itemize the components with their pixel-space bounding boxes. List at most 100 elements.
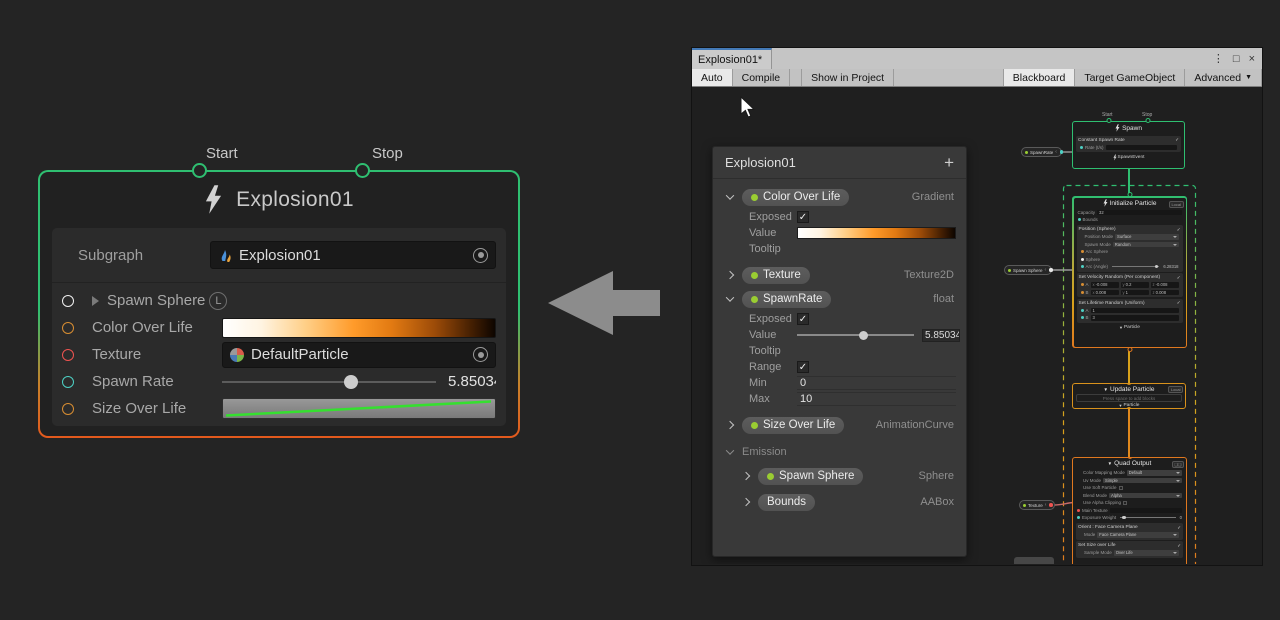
close-icon[interactable]: ×: [1249, 53, 1255, 65]
chevron-right-icon[interactable]: [726, 421, 734, 429]
space-badge[interactable]: Local: [1169, 201, 1184, 208]
value-slider[interactable]: [797, 334, 914, 336]
soft-particle-checkbox[interactable]: [1119, 486, 1123, 490]
stop-flow-port[interactable]: [355, 163, 370, 178]
chevron-down-icon[interactable]: [726, 446, 734, 454]
uv-mode-dropdown[interactable]: Simple: [1103, 478, 1182, 484]
alpha-clipping-checkbox[interactable]: [1123, 501, 1127, 505]
quad-output-node[interactable]: ▼ Quad Output ❑❑ Color Mapping ModeDefau…: [1072, 457, 1187, 564]
target-gameobject-button[interactable]: Target GameObject: [1075, 69, 1185, 86]
tab-explosion01[interactable]: Explosion01*: [692, 48, 772, 69]
start-flow-port[interactable]: [192, 163, 207, 178]
exposed-checkbox[interactable]: ✓: [797, 211, 809, 223]
block-enabled-check[interactable]: ✓: [1177, 525, 1181, 531]
sphere-out-port[interactable]: [1049, 268, 1053, 272]
auto-button[interactable]: Auto: [692, 69, 733, 86]
compile-button[interactable]: Compile: [733, 69, 791, 86]
collapse-icon[interactable]: ‹: [1055, 149, 1057, 155]
lifetime-a-field[interactable]: 1: [1091, 308, 1179, 314]
collapse-icon[interactable]: ‹: [1045, 267, 1047, 273]
set-velocity-random-block[interactable]: Set Velocity Random (Per component)✓ A x…: [1077, 273, 1183, 297]
arc-slider[interactable]: [1112, 266, 1159, 267]
texture-out-port[interactable]: [1049, 503, 1053, 507]
rate-field[interactable]: [1106, 145, 1177, 151]
subgraph-object-field[interactable]: Explosion01: [210, 241, 496, 269]
property-color-over-life[interactable]: Color Over Life Gradient: [713, 185, 966, 209]
lifetime-b-field[interactable]: 3: [1091, 315, 1179, 321]
blackboard-toggle-button[interactable]: Blackboard: [1004, 69, 1076, 86]
b-y-field[interactable]: y1: [1121, 290, 1149, 296]
position-sphere-block[interactable]: Position (Sphere)✓ Position Mode Surface…: [1077, 225, 1183, 272]
exposed-checkbox[interactable]: ✓: [797, 313, 809, 325]
a-x-field[interactable]: x-0.008: [1091, 282, 1119, 288]
property-spawnrate[interactable]: SpawnRate float: [713, 287, 966, 311]
exposure-port-dot[interactable]: [1077, 516, 1080, 519]
b-x-field[interactable]: x0.008: [1091, 290, 1119, 296]
b-z-field[interactable]: z0.008: [1151, 290, 1179, 296]
port-spawn-rate[interactable]: [62, 376, 74, 388]
texture-object-field[interactable]: DefaultParticle: [222, 342, 496, 368]
color-mapping-dropdown[interactable]: Default: [1127, 470, 1182, 476]
texture-parameter-node[interactable]: Texture ‹: [1019, 500, 1055, 510]
range-checkbox[interactable]: ✓: [797, 361, 809, 373]
particle-out-port[interactable]: [1127, 347, 1132, 352]
space-badge[interactable]: Local: [1168, 386, 1183, 393]
capacity-field[interactable]: 32: [1097, 210, 1181, 216]
set-size-over-life-block[interactable]: Set Size over Life✓ Sample Mode Over Lif…: [1076, 541, 1183, 558]
arc-value[interactable]: 6.28318: [1163, 264, 1178, 269]
window-menu-icon[interactable]: ⋮: [1213, 52, 1224, 65]
block-enabled-check[interactable]: ✓: [1177, 275, 1181, 281]
block-enabled-check[interactable]: ✓: [1175, 137, 1179, 143]
port-color-over-life[interactable]: [62, 322, 74, 334]
chevron-down-icon[interactable]: [726, 293, 734, 301]
spawn-sphere-parameter-node[interactable]: Spawn Sphere ‹: [1004, 265, 1052, 275]
chevron-right-icon[interactable]: [742, 472, 750, 480]
rate-port-dot[interactable]: [1080, 146, 1083, 149]
block-enabled-check[interactable]: ✓: [1177, 227, 1181, 233]
advanced-dropdown[interactable]: Advanced▼: [1185, 69, 1262, 86]
a-port-dot[interactable]: [1081, 283, 1084, 286]
row-size-over-life[interactable]: Size Over Life: [52, 395, 506, 422]
chevron-down-icon[interactable]: [726, 191, 734, 199]
collapse-icon[interactable]: ‹: [1045, 502, 1047, 508]
row-spawn-rate[interactable]: Spawn Rate 5.85034: [52, 368, 506, 395]
main-texture-field[interactable]: [1110, 508, 1182, 514]
object-picker-icon[interactable]: [473, 248, 488, 263]
property-texture[interactable]: Texture Texture2D: [713, 263, 966, 287]
arc-port-dot[interactable]: [1081, 265, 1084, 268]
a-port-dot[interactable]: [1081, 309, 1084, 312]
chevron-right-icon[interactable]: [726, 271, 734, 279]
spawn-mode-dropdown[interactable]: Random: [1113, 242, 1179, 248]
graph-canvas[interactable]: Start Stop Spawn Constant Spawn Rate✓ Ra…: [692, 87, 1262, 564]
initialize-particle-node[interactable]: Initialize Particle Local Capacity 32 Bo…: [1072, 196, 1187, 348]
show-in-project-button[interactable]: Show in Project: [802, 69, 894, 86]
orient-mode-dropdown[interactable]: Face Camera Plane: [1097, 532, 1179, 538]
chevron-right-icon[interactable]: [742, 498, 750, 506]
slider-handle[interactable]: [859, 331, 868, 340]
exposure-value[interactable]: 0: [1180, 515, 1182, 520]
exposure-slider[interactable]: [1120, 517, 1175, 518]
title-badges[interactable]: ❑❑: [1172, 461, 1184, 468]
max-field[interactable]: 10: [797, 392, 956, 406]
min-field[interactable]: 0: [797, 376, 956, 390]
gradient-field[interactable]: [222, 318, 496, 338]
property-spawn-sphere[interactable]: Spawn Sphere Sphere: [713, 463, 966, 489]
maximize-icon[interactable]: □: [1233, 53, 1240, 65]
add-block-placeholder[interactable]: Press space to add blocks: [1076, 394, 1182, 402]
spawn-rate-slider[interactable]: [222, 381, 436, 383]
row-color-over-life[interactable]: Color Over Life: [52, 314, 506, 341]
row-spawn-sphere[interactable]: Spawn Sphere L: [52, 287, 506, 314]
arc-sphere-port-dot[interactable]: [1081, 250, 1084, 253]
block-enabled-check[interactable]: ✓: [1177, 300, 1181, 306]
port-texture[interactable]: [62, 349, 74, 361]
value-field[interactable]: 5.85034: [922, 329, 960, 342]
explosion-subgraph-node[interactable]: Start Stop Explosion01 Subgraph Explosio…: [38, 170, 520, 438]
block-enabled-check[interactable]: ✓: [1177, 543, 1181, 549]
spawn-node[interactable]: Start Stop Spawn Constant Spawn Rate✓ Ra…: [1072, 121, 1185, 169]
spawn-rate-value[interactable]: 5.85034: [448, 373, 496, 390]
gradient-value-field[interactable]: [797, 227, 956, 239]
row-texture[interactable]: Texture DefaultParticle: [52, 341, 506, 368]
main-texture-port-dot[interactable]: [1077, 509, 1080, 512]
particle-in-port[interactable]: [1127, 192, 1132, 197]
expander-icon[interactable]: [92, 296, 99, 306]
